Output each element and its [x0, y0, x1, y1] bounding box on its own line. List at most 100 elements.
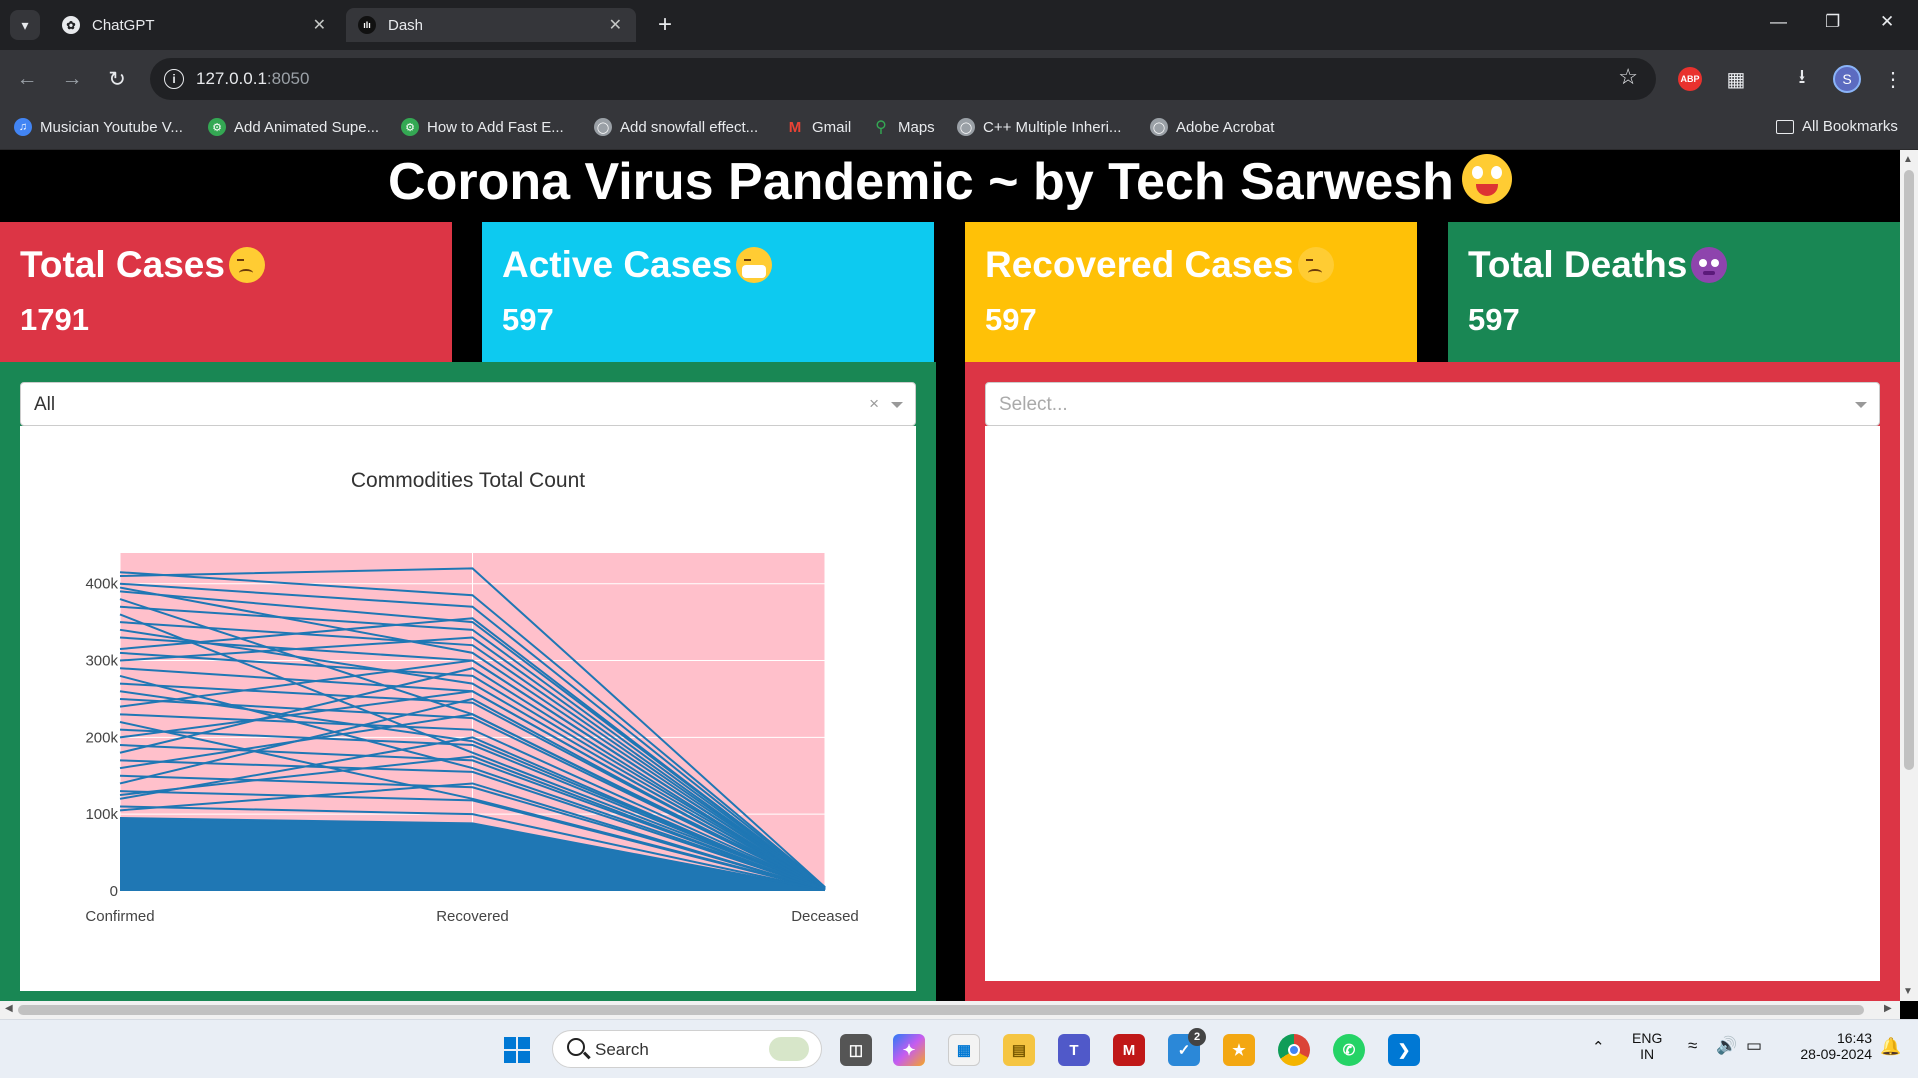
language-indicator[interactable]: ENG IN: [1632, 1030, 1662, 1062]
bookmark-item[interactable]: M Gmail: [786, 118, 851, 136]
all-bookmarks-button[interactable]: All Bookmarks: [1776, 118, 1898, 135]
scroll-right-icon[interactable]: ▶: [1884, 1003, 1892, 1014]
card-title: Total Cases: [20, 244, 225, 285]
forward-icon[interactable]: →: [57, 64, 87, 94]
task-view-icon[interactable]: ◫: [840, 1034, 872, 1066]
file-explorer-icon[interactable]: ▤: [1003, 1034, 1035, 1066]
show-hidden-icons[interactable]: ⌃: [1592, 1038, 1605, 1056]
chart-title: Commodities Total Count: [351, 469, 585, 492]
search-icon: [567, 1038, 585, 1056]
close-window-icon[interactable]: ✕: [1880, 12, 1894, 32]
bookmarks-bar: ♫ Musician Youtube V... ⚙ Add Animated Sup…: [0, 108, 1918, 150]
x-tick-label: Confirmed: [85, 908, 154, 925]
mcafee-icon[interactable]: M: [1113, 1034, 1145, 1066]
commodity-dropdown[interactable]: All ×: [20, 382, 916, 426]
empty-chart-container: [985, 426, 1880, 981]
volume-icon[interactable]: 🔊: [1716, 1036, 1737, 1056]
menu-kebab-icon[interactable]: ⋮: [1877, 63, 1909, 95]
store-icon[interactable]: ▦: [948, 1034, 980, 1066]
reload-icon[interactable]: ↻: [102, 64, 132, 94]
winking-emoji-icon: [1297, 247, 1334, 283]
download-icon[interactable]: ⭳: [1786, 63, 1818, 95]
address-bar[interactable]: i 127.0.0.1:8050 ☆: [150, 58, 1656, 100]
dropdown-placeholder: Select...: [999, 394, 1068, 415]
windows-start-icon[interactable]: [501, 1034, 533, 1066]
globe-icon: ◯: [957, 118, 975, 136]
bookmark-item[interactable]: ◯ C++ Multiple Inheri...: [957, 118, 1121, 136]
extensions-icon[interactable]: ▦: [1720, 63, 1752, 95]
taskbar-search[interactable]: Search: [552, 1030, 822, 1068]
tab-dash[interactable]: ılı Dash ✕: [346, 8, 636, 42]
teams-icon[interactable]: T: [1058, 1034, 1090, 1066]
notification-bell-icon[interactable]: 🔔: [1880, 1037, 1901, 1057]
gmail-icon: M: [788, 118, 802, 136]
vertical-scrollbar[interactable]: ▲ ▼: [1900, 150, 1918, 1001]
bookmark-item[interactable]: ⚙ Add Animated Supe...: [208, 118, 379, 136]
info-icon[interactable]: i: [164, 69, 184, 89]
chevron-down-icon[interactable]: [891, 402, 903, 408]
wifi-icon[interactable]: ≈: [1688, 1036, 1697, 1056]
tab-title: Dash: [388, 16, 424, 34]
bookmark-item[interactable]: ♫ Musician Youtube V...: [14, 118, 183, 136]
clear-icon[interactable]: ×: [869, 394, 879, 414]
tab-title: ChatGPT: [92, 16, 155, 34]
chrome-icon[interactable]: [1278, 1034, 1310, 1066]
tab-search-button[interactable]: ▾: [10, 10, 40, 40]
vscode-icon[interactable]: ❯: [1388, 1034, 1420, 1066]
clock[interactable]: 16:43 28-09-2024: [1782, 1030, 1872, 1062]
dropdown-value: All: [34, 394, 56, 415]
bookmark-item[interactable]: ⚲ Maps: [872, 118, 935, 137]
card-value: 597: [985, 302, 1037, 337]
card-title: Total Deaths: [1468, 244, 1688, 285]
maps-icon: ⚲: [875, 119, 887, 136]
new-tab-button[interactable]: +: [650, 10, 680, 40]
chevron-down-icon[interactable]: [1855, 402, 1867, 408]
bookmark-item[interactable]: ◯ Add snowfall effect...: [594, 118, 758, 136]
mask-emoji-icon: [736, 247, 773, 283]
y-tick-label: 300k: [85, 653, 118, 670]
tab-strip: ▾ ✿ ChatGPT ✕ ılı Dash ✕ + — ❐ ✕: [0, 0, 1918, 50]
minimize-icon[interactable]: —: [1770, 12, 1787, 32]
todo-icon[interactable]: ✓ 2: [1168, 1028, 1206, 1066]
page-viewport: Corona Virus Pandemic ~ by Tech Sarwesh …: [0, 150, 1900, 1001]
card-value: 1791: [20, 302, 89, 337]
disappointed-emoji-icon: [228, 247, 265, 283]
restore-icon[interactable]: ❐: [1825, 12, 1840, 32]
x-tick-label: Deceased: [791, 908, 859, 925]
url-text[interactable]: 127.0.0.1:8050: [196, 69, 309, 89]
bookmark-item[interactable]: ⚙ How to Add Fast E...: [401, 118, 564, 136]
recovered-cases-card: Recovered Cases 597: [965, 222, 1417, 362]
scroll-left-icon[interactable]: ◀: [5, 1003, 13, 1014]
horizontal-scrollbar[interactable]: ◀ ▶: [0, 1001, 1900, 1019]
line-chart[interactable]: Commodities Total Count 0 100k 200k 300k 400k…: [20, 426, 916, 991]
tab-chatgpt[interactable]: ✿ ChatGPT ✕: [50, 8, 340, 42]
browser-toolbar: ← → ↻ i 127.0.0.1:8050 ☆ ABP ▦ ⭳ S ⋮: [0, 50, 1918, 108]
whatsapp-icon[interactable]: ✆: [1333, 1034, 1365, 1066]
bookmark-favicon-icon: ♫: [14, 118, 32, 136]
scroll-thumb[interactable]: [1904, 170, 1914, 770]
bookmark-star-icon[interactable]: ☆: [1618, 64, 1638, 90]
total-deaths-card: Total Deaths 597: [1448, 222, 1900, 362]
scroll-up-icon[interactable]: ▲: [1903, 154, 1913, 165]
battery-icon[interactable]: ▭: [1746, 1036, 1762, 1056]
total-cases-card: Total Cases 1791: [0, 222, 452, 362]
bookmark-item[interactable]: ◯ Adobe Acrobat: [1150, 118, 1274, 136]
country-dropdown[interactable]: Select...: [985, 382, 1880, 426]
card-value: 597: [1468, 302, 1520, 337]
close-icon[interactable]: ✕: [313, 15, 326, 35]
scroll-down-icon[interactable]: ▼: [1903, 986, 1913, 997]
scroll-thumb[interactable]: [18, 1005, 1864, 1015]
globe-icon: ◯: [594, 118, 612, 136]
profile-avatar[interactable]: S: [1831, 63, 1863, 95]
y-tick-label: 0: [110, 883, 118, 900]
y-tick-label: 400k: [85, 576, 118, 593]
copilot-icon[interactable]: ✦: [893, 1034, 925, 1066]
search-label: Search: [595, 1040, 649, 1059]
chart-container: Commodities Total Count 0 100k 200k 300k 400k…: [20, 426, 916, 991]
rewards-icon[interactable]: ★: [1223, 1034, 1255, 1066]
adblock-extension-icon[interactable]: ABP: [1674, 63, 1706, 95]
right-chart-panel: Select...: [965, 362, 1900, 1001]
y-tick-label: 100k: [85, 806, 118, 823]
close-icon[interactable]: ✕: [609, 15, 622, 35]
back-icon[interactable]: ←: [12, 64, 42, 94]
